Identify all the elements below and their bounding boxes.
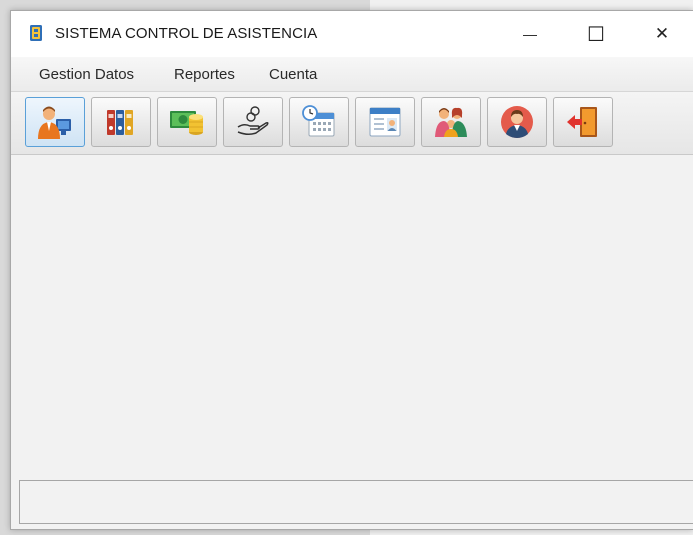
family-group-icon (435, 107, 467, 137)
maximize-icon: ☐ (587, 23, 605, 46)
toolbar-button-schedule[interactable] (289, 97, 349, 147)
exit-door-icon (567, 107, 597, 137)
toolbar-button-users[interactable] (487, 97, 547, 147)
user-avatar-icon (501, 106, 533, 138)
id-card-form-icon (369, 107, 401, 137)
app-icon (30, 25, 42, 41)
hand-coins-icon (237, 106, 269, 136)
employee-computer-icon (38, 106, 71, 139)
toolbar-button-employees[interactable] (25, 97, 85, 147)
toolbar-button-discounts[interactable] (223, 97, 283, 147)
money-coins-icon (170, 111, 203, 135)
binders-icon (107, 110, 133, 135)
toolbar-button-family[interactable] (421, 97, 481, 147)
toolbar-button-attendance-form[interactable] (355, 97, 415, 147)
window-title: SISTEMA CONTROL DE ASISTENCIA (55, 25, 318, 42)
toolbar-button-payments[interactable] (157, 97, 217, 147)
title-bar[interactable]: SISTEMA CONTROL DE ASISTENCIA — ☐ ✕ (11, 11, 693, 57)
close-icon: ✕ (654, 24, 670, 43)
toolbar (11, 92, 693, 155)
maximize-button[interactable]: ☐ (573, 11, 619, 57)
menu-gestion-datos[interactable]: Gestion Datos (39, 66, 134, 83)
minimize-icon: — (523, 26, 537, 42)
toolbar-button-records[interactable] (91, 97, 151, 147)
main-content-area (11, 155, 693, 481)
menu-bar: Gestion Datos Reportes Cuenta (11, 57, 693, 92)
main-window: SISTEMA CONTROL DE ASISTENCIA — ☐ ✕ Gest… (10, 10, 693, 530)
close-button[interactable]: ✕ (639, 11, 685, 57)
toolbar-button-exit[interactable] (553, 97, 613, 147)
menu-cuenta[interactable]: Cuenta (269, 66, 317, 83)
minimize-button[interactable]: — (507, 11, 553, 57)
status-bar (19, 480, 693, 524)
calendar-clock-icon (302, 105, 335, 137)
menu-reportes[interactable]: Reportes (174, 66, 235, 83)
